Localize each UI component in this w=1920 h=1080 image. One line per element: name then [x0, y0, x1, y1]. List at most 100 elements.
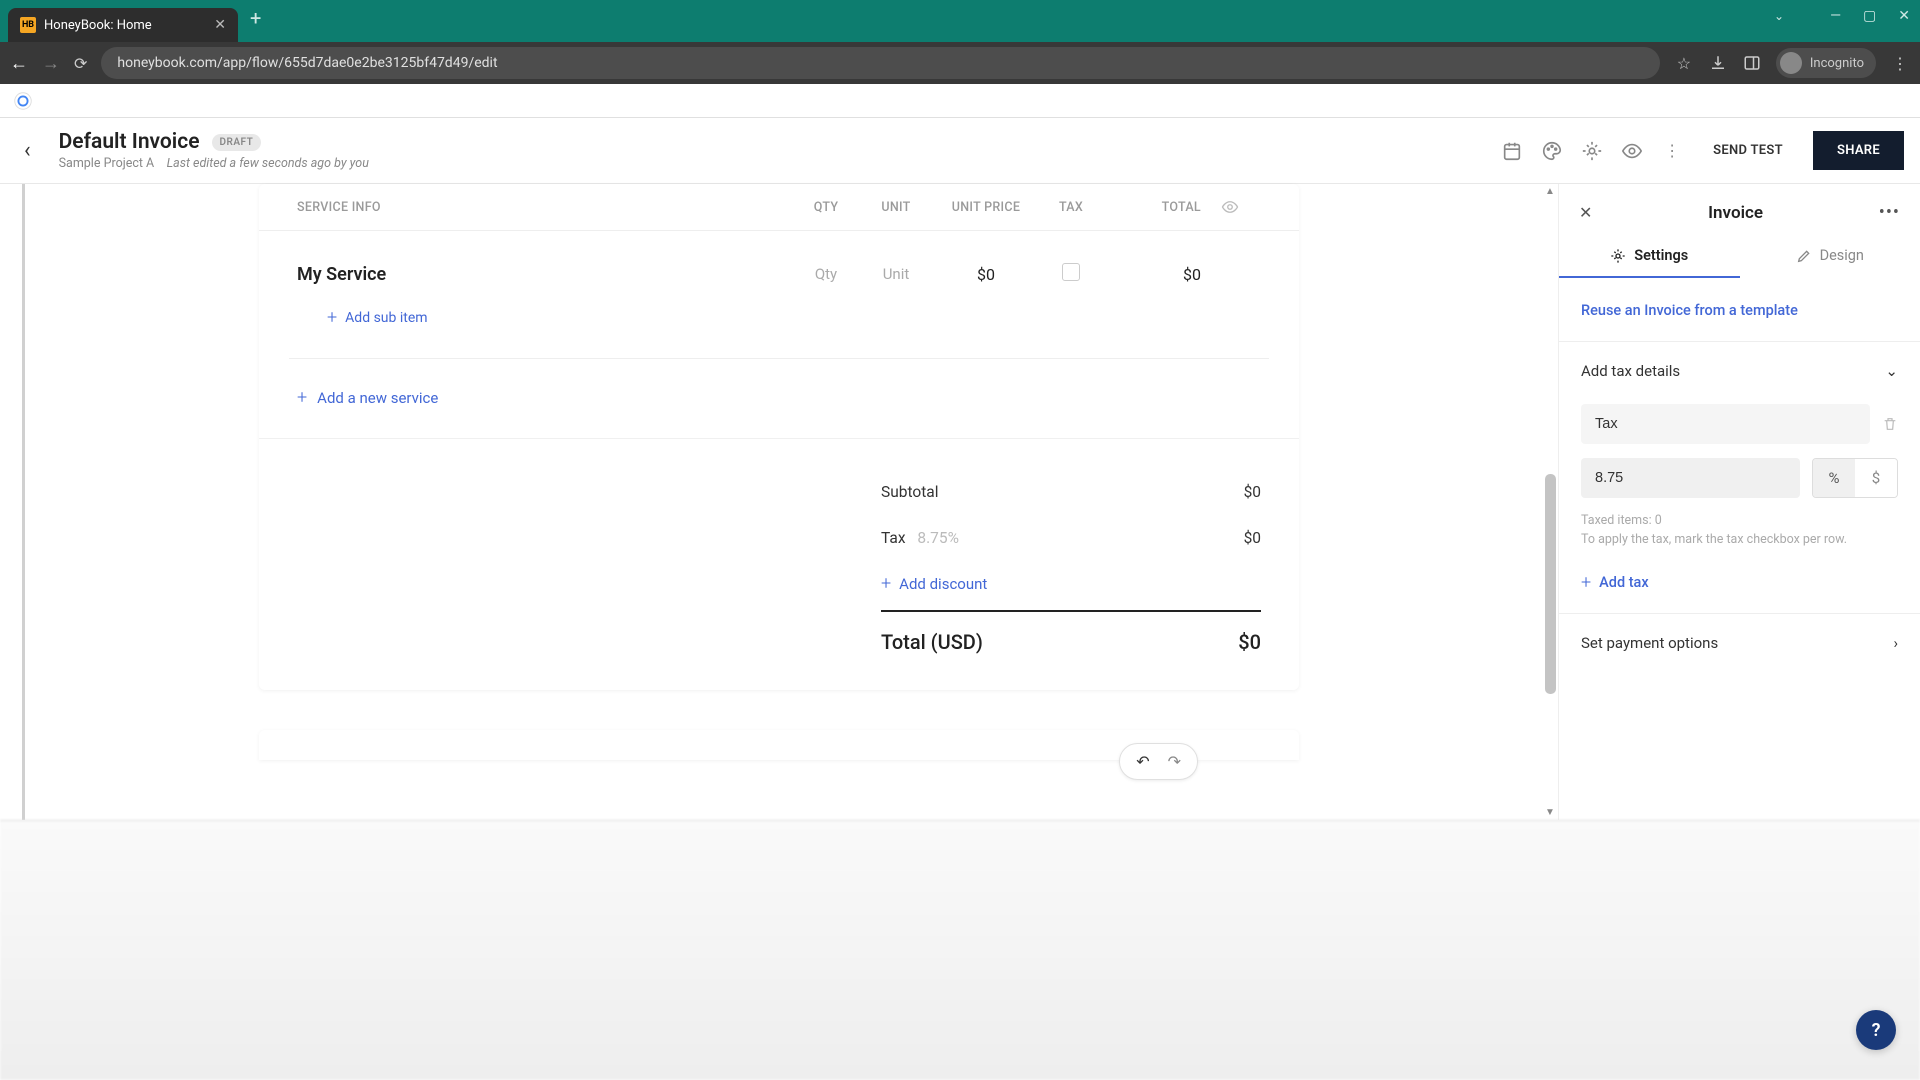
tax-label-input[interactable]: [1581, 404, 1870, 444]
percent-button[interactable]: %: [1813, 459, 1855, 497]
scroll-thumb[interactable]: [1545, 474, 1556, 694]
service-price[interactable]: $0: [931, 265, 1041, 284]
right-panel: ✕ Invoice ••• Settings Design Reuse an I…: [1558, 184, 1920, 820]
pencil-icon: [1796, 248, 1812, 264]
browser-tab-strip: HB HoneyBook: Home ✕ + ⌄ — ▢ ✕: [0, 0, 1920, 42]
url-text: honeybook.com/app/flow/655d7dae0e2be3125…: [117, 55, 497, 71]
total-label: Total (USD): [881, 630, 983, 654]
address-bar[interactable]: honeybook.com/app/flow/655d7dae0e2be3125…: [101, 47, 1659, 79]
col-unit: UNIT: [861, 200, 931, 215]
col-total: TOTAL: [1101, 200, 1221, 215]
dollar-button[interactable]: $: [1855, 459, 1897, 497]
tax-value: $0: [1244, 529, 1261, 547]
browser-tab[interactable]: HB HoneyBook: Home ✕: [8, 8, 238, 42]
plus-icon: +: [297, 387, 307, 408]
reuse-template-link[interactable]: Reuse an Invoice from a template: [1581, 302, 1798, 319]
add-discount-button[interactable]: + Add discount: [881, 561, 1261, 606]
incognito-icon: [1780, 52, 1802, 74]
grand-total-row: Total (USD) $0: [881, 610, 1261, 654]
more-icon[interactable]: ⋮: [1661, 140, 1683, 162]
project-name[interactable]: Sample Project A: [59, 156, 155, 171]
tax-label: Tax: [881, 529, 906, 547]
canvas: SERVICE INFO QTY UNIT UNIT PRICE TAX TOT…: [0, 184, 1558, 820]
tax-unit-toggle: % $: [1812, 458, 1898, 498]
service-qty-input[interactable]: Qty: [791, 265, 861, 283]
window-close-icon[interactable]: ✕: [1898, 8, 1910, 24]
add-tax-button[interactable]: + Add tax: [1581, 572, 1898, 593]
plus-icon: +: [1581, 572, 1591, 593]
scroll-down-icon[interactable]: ▼: [1545, 807, 1555, 818]
back-arrow-icon[interactable]: ‹: [24, 138, 31, 163]
panel-more-icon[interactable]: •••: [1879, 202, 1900, 223]
palette-icon[interactable]: [1541, 140, 1563, 162]
service-total: $0: [1101, 265, 1221, 284]
document-title[interactable]: Default Invoice: [59, 130, 200, 154]
tab-settings[interactable]: Settings: [1559, 235, 1740, 278]
subtotal-value: $0: [1244, 483, 1261, 501]
send-test-button[interactable]: SEND TEST: [1701, 143, 1795, 158]
menu-icon[interactable]: ⋮: [1890, 53, 1910, 73]
col-qty: QTY: [791, 200, 861, 215]
trash-icon[interactable]: [1882, 416, 1898, 432]
incognito-label: Incognito: [1810, 56, 1864, 71]
service-name[interactable]: My Service: [297, 264, 791, 285]
tax-rate: 8.75%: [917, 529, 959, 547]
plus-icon: +: [881, 573, 891, 594]
totals-section: Subtotal $0 Tax 8.75% $0 + Add discount: [259, 439, 1299, 690]
tax-value-input[interactable]: [1581, 458, 1800, 498]
tax-row: Tax 8.75% $0: [881, 515, 1261, 561]
subtotal-row: Subtotal $0: [881, 469, 1261, 515]
col-service-info: SERVICE INFO: [297, 200, 791, 215]
help-bubble[interactable]: ?: [1856, 1010, 1896, 1050]
gear-icon[interactable]: [1581, 140, 1603, 162]
window-controls: ⌄ — ▢ ✕: [1774, 8, 1910, 24]
incognito-badge[interactable]: Incognito: [1776, 48, 1876, 78]
tab-design[interactable]: Design: [1740, 235, 1920, 278]
add-new-service-button[interactable]: + Add a new service: [259, 359, 1299, 439]
download-icon[interactable]: [1708, 53, 1728, 73]
col-unit-price: UNIT PRICE: [931, 200, 1041, 215]
calendar-icon[interactable]: [1501, 140, 1523, 162]
chevron-down-icon: ⌄: [1885, 362, 1898, 380]
redo-icon[interactable]: ↷: [1168, 752, 1181, 771]
draft-badge: DRAFT: [212, 134, 262, 151]
panel-close-icon[interactable]: ✕: [1579, 203, 1592, 222]
service-tax-checkbox[interactable]: [1041, 263, 1101, 285]
panel-icon[interactable]: [1742, 53, 1762, 73]
table-header: SERVICE INFO QTY UNIT UNIT PRICE TAX TOT…: [259, 184, 1299, 231]
plus-icon: +: [327, 307, 337, 328]
payment-options-row[interactable]: Set payment options ›: [1581, 634, 1898, 652]
scroll-up-icon[interactable]: ▲: [1545, 186, 1555, 197]
browser-toolbar: ← → ⟳ honeybook.com/app/flow/655d7dae0e2…: [0, 42, 1920, 84]
share-button[interactable]: SHARE: [1813, 131, 1904, 170]
tax-details-toggle[interactable]: Add tax details ⌄: [1581, 362, 1898, 380]
forward-icon[interactable]: →: [42, 53, 60, 74]
last-edited: Last edited a few seconds ago by you: [167, 156, 369, 171]
col-tax: TAX: [1041, 200, 1101, 215]
maximize-icon[interactable]: ▢: [1863, 8, 1876, 24]
subtotal-label: Subtotal: [881, 483, 938, 501]
close-icon[interactable]: ✕: [214, 17, 226, 33]
reload-icon[interactable]: ⟳: [74, 54, 87, 73]
chevron-down-icon[interactable]: ⌄: [1774, 9, 1784, 23]
bookmarks-bar: [0, 84, 1920, 118]
minimize-icon[interactable]: —: [1830, 8, 1841, 24]
service-row[interactable]: My Service Qty Unit $0 $0: [259, 231, 1299, 297]
back-icon[interactable]: ←: [10, 53, 28, 74]
visibility-icon[interactable]: [1221, 198, 1261, 216]
new-tab-button[interactable]: +: [238, 6, 273, 30]
undo-icon[interactable]: ↶: [1136, 752, 1149, 771]
eye-icon[interactable]: [1621, 140, 1643, 162]
title-block: Default Invoice DRAFT Sample Project A L…: [59, 130, 369, 171]
gear-icon: [1610, 248, 1626, 264]
main-area: SERVICE INFO QTY UNIT UNIT PRICE TAX TOT…: [0, 184, 1920, 820]
bookmark-star-icon[interactable]: ☆: [1674, 53, 1694, 73]
panel-title: Invoice: [1592, 203, 1878, 223]
scrollbar[interactable]: ▲ ▼: [1542, 184, 1558, 820]
panel-tabs: Settings Design: [1559, 235, 1920, 278]
add-sub-item-button[interactable]: + Add sub item: [289, 297, 1269, 359]
service-unit-input[interactable]: Unit: [861, 265, 931, 283]
google-icon[interactable]: [12, 90, 34, 112]
tab-title: HoneyBook: Home: [44, 18, 152, 33]
undo-redo-pill: ↶ ↷: [1119, 743, 1198, 780]
